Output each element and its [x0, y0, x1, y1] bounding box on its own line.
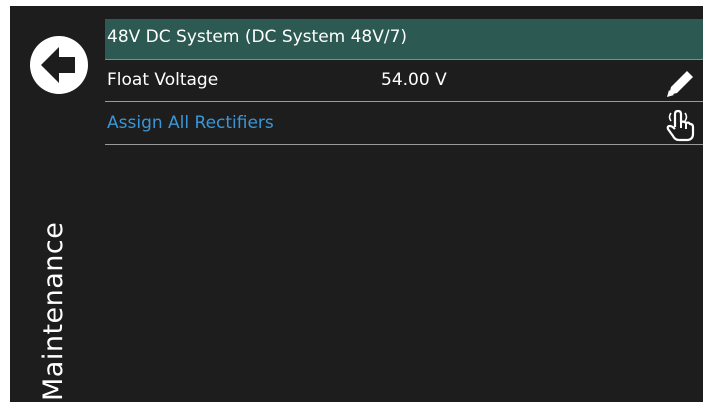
float-voltage-value: 54.00 V	[381, 70, 447, 90]
back-button[interactable]	[28, 34, 90, 96]
float-voltage-label: Float Voltage	[107, 70, 219, 90]
list-item-assign-all-rectifiers[interactable]: Assign All Rectifiers	[105, 105, 703, 145]
hand-pointer-icon	[666, 109, 695, 142]
pencil-edit-icon	[667, 71, 693, 97]
settings-list: 48V DC System (DC System 48V/7) Float Vo…	[105, 19, 703, 148]
system-title: 48V DC System (DC System 48V/7)	[107, 27, 408, 47]
edit-button[interactable]	[663, 66, 697, 100]
system-header: 48V DC System (DC System 48V/7)	[105, 19, 703, 60]
page-title: Maintenance	[38, 221, 69, 401]
list-item-float-voltage[interactable]: Float Voltage 54.00 V	[105, 62, 703, 102]
back-arrow-circle-icon	[30, 36, 88, 94]
screen: Maintenance 48V DC System (DC System 48V…	[10, 6, 703, 402]
assign-all-rectifiers-link[interactable]: Assign All Rectifiers	[107, 113, 274, 133]
action-button[interactable]	[663, 109, 697, 143]
